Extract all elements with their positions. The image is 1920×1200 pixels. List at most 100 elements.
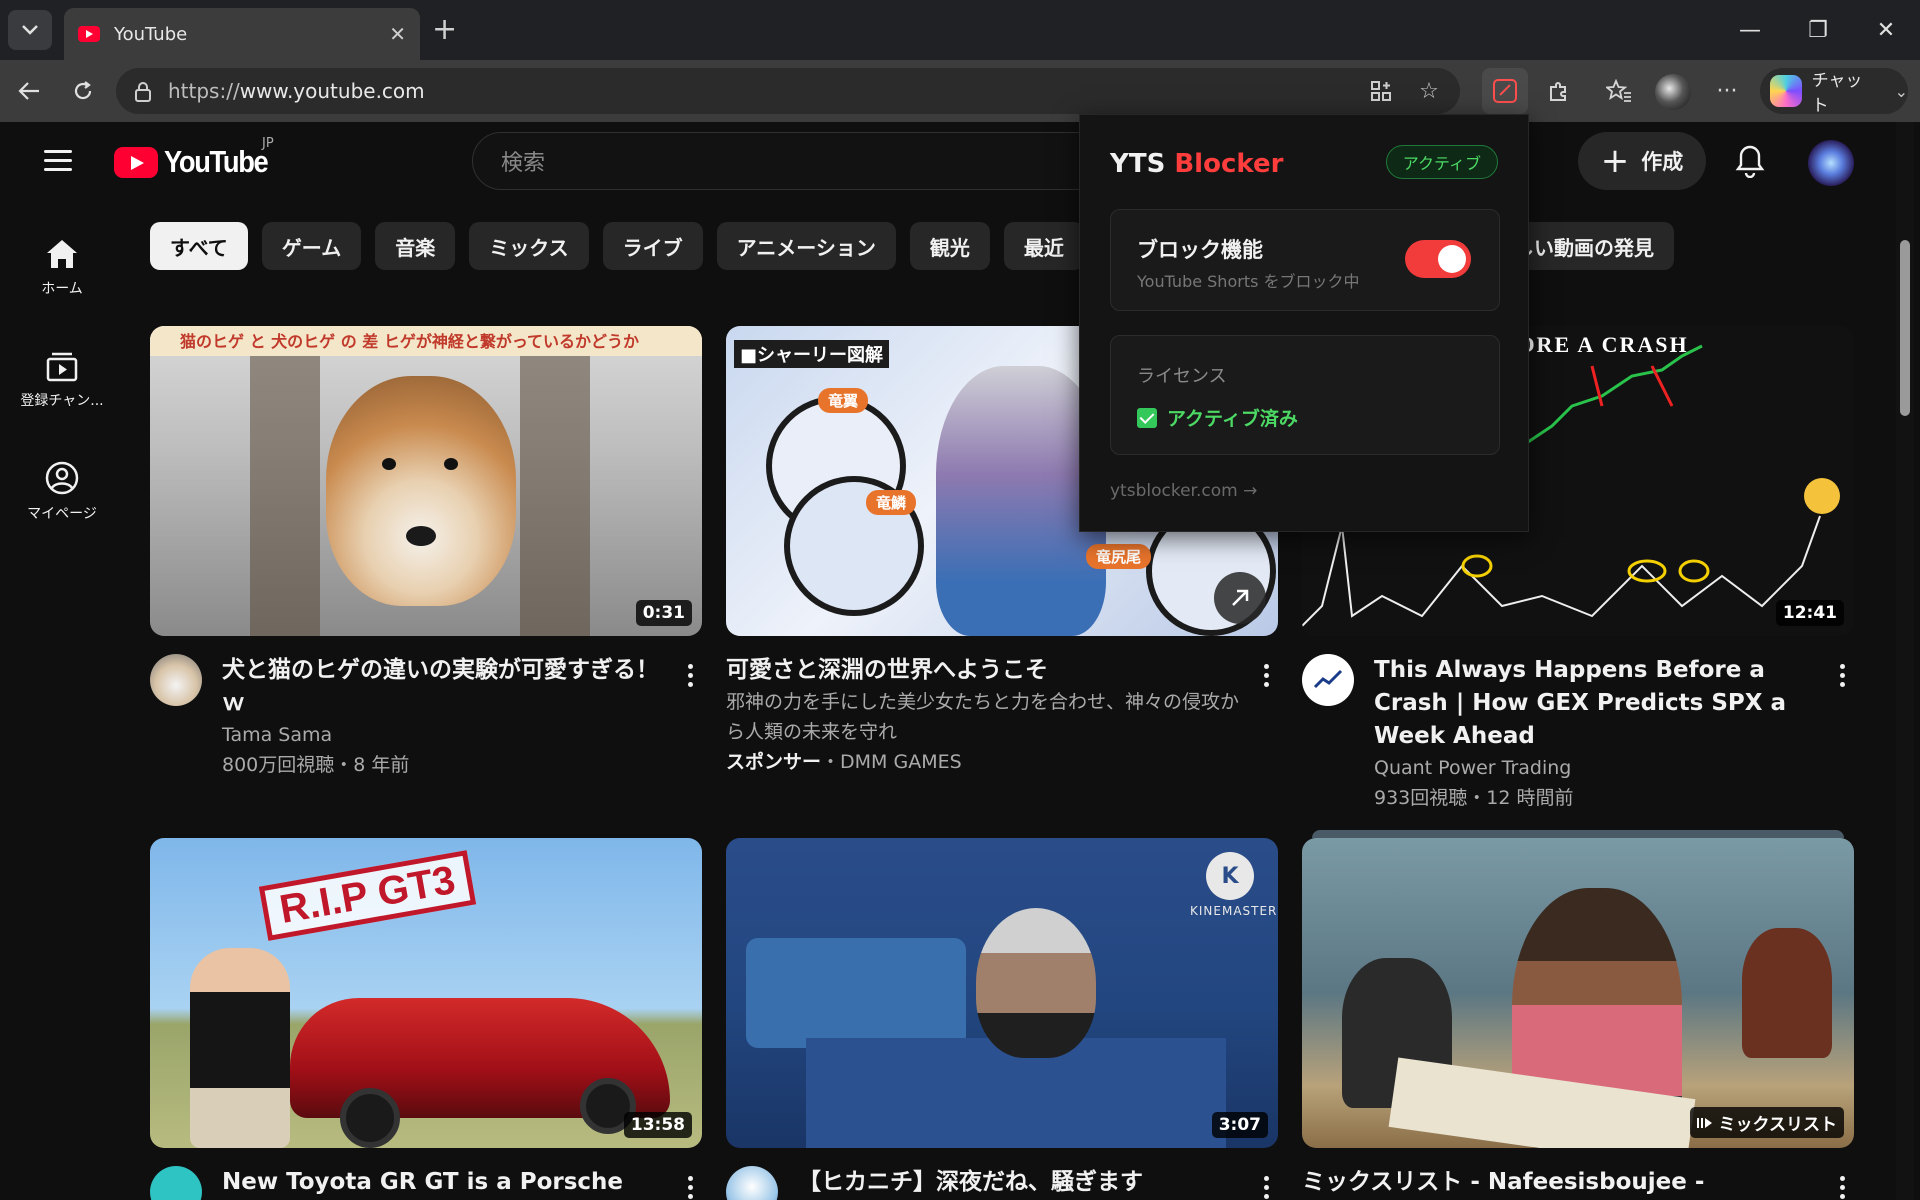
tab-youtube[interactable]: YouTube ✕ bbox=[64, 8, 420, 60]
video-thumbnail[interactable]: K KINEMASTER 3:07 bbox=[726, 838, 1278, 1148]
advertiser-name: ・DMM GAMES bbox=[821, 751, 962, 773]
more-options-icon[interactable] bbox=[678, 654, 702, 780]
channel-avatar[interactable] bbox=[1302, 654, 1354, 706]
menu-icon[interactable] bbox=[44, 150, 72, 172]
more-options-icon[interactable] bbox=[1830, 1166, 1854, 1200]
chip-tourism[interactable]: 観光 bbox=[909, 222, 990, 270]
video-thumbnail[interactable]: R.I.P GT3 13:58 bbox=[150, 838, 702, 1148]
sidebar-item-home[interactable]: ホーム bbox=[6, 212, 118, 324]
favorites-list-icon bbox=[1606, 79, 1631, 102]
website-link[interactable]: ytsblocker.com → bbox=[1110, 481, 1257, 501]
ad-description: 邪神の力を手にした美少女たちと力を合わせ、神々の侵攻から人類の未来を守れ bbox=[726, 691, 1240, 743]
new-tab-button[interactable]: + bbox=[432, 12, 457, 48]
close-window-button[interactable]: ✕ bbox=[1852, 0, 1920, 60]
channel-name[interactable]: Quant Power Trading bbox=[1374, 753, 1830, 783]
tab-list-button[interactable] bbox=[8, 10, 52, 50]
yts-blocker-icon bbox=[1493, 79, 1517, 103]
thumbnail-caption: 猫のヒゲ と 犬のヒゲ の 差 ヒゲが神経と繋がっているかどうか bbox=[180, 332, 640, 351]
video-card[interactable]: K KINEMASTER 3:07 【ヒカニチ】深夜だね、騒ぎます bbox=[726, 838, 1278, 1200]
user-icon bbox=[45, 461, 79, 495]
chip-live[interactable]: ライブ bbox=[602, 222, 703, 270]
youtube-logo[interactable]: YouTube JP bbox=[114, 136, 282, 180]
more-options-icon[interactable] bbox=[1254, 654, 1278, 777]
window-controls: — ❐ ✕ bbox=[1716, 0, 1920, 60]
thumbnail-tag: 竜翼 bbox=[818, 388, 869, 413]
reload-button[interactable] bbox=[66, 74, 100, 108]
channel-avatar[interactable] bbox=[150, 1166, 202, 1200]
tab-close-icon[interactable]: ✕ bbox=[389, 22, 406, 46]
yts-blocker-popup: YTS Blocker アクティブ ブロック機能 YouTube Shorts … bbox=[1079, 114, 1529, 532]
video-title[interactable]: This Always Happens Before a Crash | How… bbox=[1374, 654, 1830, 753]
sidebar-item-label: ホーム bbox=[41, 281, 83, 297]
video-thumbnail[interactable]: ミックスリスト bbox=[1302, 838, 1854, 1148]
sidebar-item-label: 登録チャン... bbox=[20, 393, 104, 409]
chip-mix[interactable]: ミックス bbox=[469, 222, 589, 270]
reload-icon bbox=[74, 81, 92, 100]
extensions-button[interactable] bbox=[1536, 68, 1582, 114]
youtube-favicon-icon bbox=[78, 26, 100, 42]
more-options-icon[interactable] bbox=[1254, 1166, 1278, 1200]
thumbnail-tag: 竜鱗 bbox=[866, 490, 917, 515]
chevron-down-icon: ⌄ bbox=[1894, 81, 1908, 101]
copilot-chat-button[interactable]: チャット ⌄ bbox=[1760, 68, 1908, 116]
video-card[interactable]: 猫のヒゲ と 犬のヒゲ の 差 ヒゲが神経と繋がっているかどうか 0:31 犬と… bbox=[150, 326, 702, 780]
more-options-icon[interactable] bbox=[678, 1166, 702, 1200]
browser-profile-avatar[interactable] bbox=[1655, 74, 1691, 110]
copilot-label: チャット bbox=[1811, 71, 1863, 116]
page-scrollbar[interactable] bbox=[1896, 122, 1914, 1200]
license-status: アクティブ済み bbox=[1137, 404, 1298, 431]
video-title[interactable]: 【ヒカニチ】深夜だね、騒ぎます bbox=[798, 1166, 1254, 1199]
chip-music[interactable]: 音楽 bbox=[375, 222, 456, 270]
browser-toolbar: https://www.youtube.com ☆ ··· チャット ⌄ bbox=[0, 60, 1920, 122]
sidebar-item-subscriptions[interactable]: 登録チャン... bbox=[6, 324, 118, 436]
restore-button[interactable]: ❐ bbox=[1784, 0, 1852, 60]
block-feature-subtitle: YouTube Shorts をブロック中 bbox=[1137, 272, 1360, 291]
chip-all[interactable]: すべて bbox=[150, 222, 248, 270]
back-button[interactable] bbox=[12, 74, 46, 108]
chevron-down-icon bbox=[22, 25, 38, 35]
more-options-icon[interactable] bbox=[1830, 654, 1854, 813]
yts-blocker-extension-button[interactable] bbox=[1482, 68, 1528, 114]
video-title[interactable]: ミックスリスト - Nafeesisboujee - Stephanie bbox=[1302, 1166, 1830, 1200]
region-code: JP bbox=[262, 136, 274, 151]
favorite-star-icon[interactable]: ☆ bbox=[1416, 78, 1442, 104]
youtube-page: YouTube JP 検索 + 作成 ホーム 登録チャン... マイページ すべ… bbox=[6, 122, 1914, 1200]
channel-avatar[interactable] bbox=[150, 654, 202, 706]
scrollbar-thumb[interactable] bbox=[1900, 240, 1910, 416]
video-stats: 933回視聴・12 時間前 bbox=[1374, 787, 1574, 809]
notifications-bell-icon[interactable] bbox=[1734, 144, 1766, 178]
home-icon bbox=[47, 240, 77, 268]
chip-games[interactable]: ゲーム bbox=[261, 222, 362, 270]
create-button[interactable]: + 作成 bbox=[1578, 132, 1706, 190]
site-info-icon[interactable] bbox=[134, 82, 152, 102]
favorites-button[interactable] bbox=[1596, 68, 1642, 114]
puzzle-icon bbox=[1550, 82, 1566, 101]
video-title[interactable]: New Toyota GR GT is a Porsche KILLER! bbox=[222, 1166, 678, 1200]
video-duration: 3:07 bbox=[1211, 1112, 1268, 1138]
sidebar-item-label: マイページ bbox=[27, 506, 97, 522]
video-stats: 800万回視聴・8 年前 bbox=[222, 754, 410, 776]
account-avatar[interactable] bbox=[1808, 140, 1854, 186]
chip-animation[interactable]: アニメーション bbox=[716, 222, 896, 270]
mix-card[interactable]: ミックスリスト ミックスリスト - Nafeesisboujee - Steph… bbox=[1302, 830, 1854, 1200]
video-duration: 0:31 bbox=[635, 600, 692, 626]
app-available-icon[interactable] bbox=[1368, 78, 1394, 104]
block-toggle[interactable] bbox=[1405, 240, 1471, 278]
video-title[interactable]: 犬と猫のヒゲの違いの実験が可愛すぎる！ｗ bbox=[222, 654, 678, 720]
thumbnail-caption: ■シャーリー図解 bbox=[734, 340, 890, 368]
address-bar[interactable]: https://www.youtube.com ☆ bbox=[116, 68, 1460, 114]
channel-name[interactable]: Tama Sama bbox=[222, 720, 678, 750]
address-bar-actions: ☆ bbox=[1368, 78, 1442, 104]
video-card[interactable]: R.I.P GT3 13:58 New Toyota GR GT is a Po… bbox=[150, 838, 702, 1200]
channel-avatar[interactable] bbox=[726, 1166, 778, 1200]
block-feature-card: ブロック機能 YouTube Shorts をブロック中 bbox=[1110, 209, 1500, 311]
video-thumbnail[interactable]: 猫のヒゲ と 犬のヒゲ の 差 ヒゲが神経と繋がっているかどうか 0:31 bbox=[150, 326, 702, 636]
chip-discover-new[interactable]: しい動画の発見 bbox=[1514, 222, 1674, 270]
sidebar-item-you[interactable]: マイページ bbox=[6, 436, 118, 548]
more-menu-button[interactable]: ··· bbox=[1704, 68, 1750, 114]
external-link-icon[interactable] bbox=[1214, 572, 1266, 624]
ad-title[interactable]: 可愛さと深淵の世界へようこそ bbox=[726, 654, 1254, 687]
thumbnail-caption: R.I.P GT3 bbox=[258, 850, 477, 941]
chip-recent[interactable]: 最近 bbox=[1003, 222, 1084, 270]
minimize-button[interactable]: — bbox=[1716, 0, 1784, 60]
